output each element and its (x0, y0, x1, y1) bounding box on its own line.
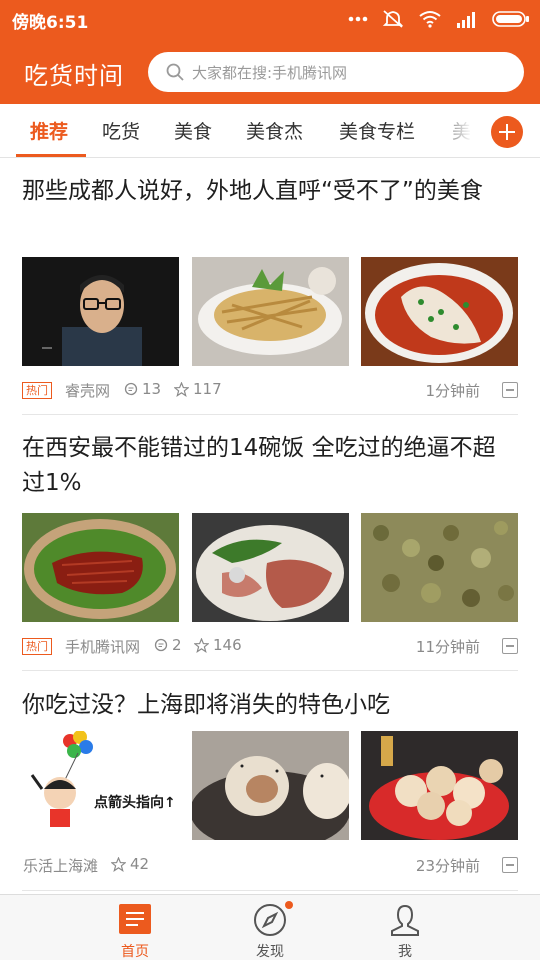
nav-home-label: 首页 (121, 944, 149, 960)
search-placeholder: 大家都在搜:手机腾讯网 (192, 63, 348, 82)
tab-fade (430, 104, 500, 157)
article-time: 1分钟前 (425, 382, 480, 400)
signal-icon (457, 12, 475, 28)
search-bar[interactable]: 大家都在搜:手机腾讯网 (148, 52, 524, 92)
pickled-greens-photo[interactable] (361, 513, 518, 622)
tab-food-column[interactable]: 美食专栏 (339, 104, 415, 157)
article-images (22, 257, 518, 366)
man-with-glasses-photo[interactable] (22, 257, 179, 366)
active-tab-indicator (16, 154, 86, 157)
image-caption: 点箭头指向↑ (94, 794, 176, 811)
bottom-nav: 首页 发现 我 (0, 894, 540, 960)
favorite-count-value: 117 (193, 380, 222, 398)
favorite-count-value: 146 (213, 636, 242, 654)
article-source: 睿壳网 (65, 382, 111, 400)
compass-icon (254, 904, 286, 936)
article-source: 手机腾讯网 (65, 638, 141, 656)
comment-count-value: 13 (142, 380, 162, 398)
article-meta: 乐活上海滩 42 23分钟前 (22, 855, 518, 877)
chili-fish-photo[interactable] (361, 257, 518, 366)
article-divider (22, 414, 518, 415)
favorite-count: 146 (194, 636, 242, 654)
status-icons (348, 8, 530, 30)
comment-count: 13 (124, 380, 161, 398)
roast-meat-rice-photo[interactable] (192, 513, 349, 622)
nav-discover[interactable]: 发现 (215, 895, 325, 960)
home-list-icon (119, 904, 151, 934)
comment-icon (124, 382, 138, 396)
app-title: 吃货时间 (24, 62, 124, 90)
hot-badge: 热门 (22, 382, 52, 399)
nav-discover-label: 发现 (256, 944, 284, 960)
article-images: 点箭头指向↑ (22, 731, 518, 840)
tab-food-jie[interactable]: 美食杰 (246, 104, 303, 157)
notification-dot (285, 901, 293, 909)
article-title[interactable]: 你吃过没？上海即将消失的特色小吃 (22, 688, 518, 723)
person-icon (391, 904, 419, 936)
tab-food[interactable]: 美食 (174, 104, 212, 157)
article-title[interactable]: 在西安最不能错过的14碗饭 全吃过的绝逼不超过1% (22, 431, 518, 501)
article-images (22, 513, 518, 622)
favorite-count: 117 (174, 380, 222, 398)
dots-icon (348, 16, 368, 22)
article-3[interactable]: 你吃过没？上海即将消失的特色小吃 点箭头指向↑ 乐活上海滩 42 23分钟前 (22, 688, 518, 875)
tab-foodie[interactable]: 吃货 (102, 104, 140, 157)
nav-me-label: 我 (398, 944, 412, 960)
dismiss-icon[interactable] (502, 382, 518, 398)
shredded-dish-photo[interactable] (192, 257, 349, 366)
nav-home[interactable]: 首页 (80, 895, 190, 960)
comment-icon (154, 638, 168, 652)
fried-snacks-photo[interactable] (361, 731, 518, 840)
dumplings-photo[interactable] (192, 731, 349, 840)
star-icon (111, 856, 126, 872)
article-time: 23分钟前 (415, 857, 480, 875)
article-1[interactable]: 那些成都人说好，外地人直呼“受不了”的美食 热门 睿壳网 13 117 1分钟前 (22, 174, 518, 400)
favorite-count: 42 (111, 855, 149, 873)
wifi-icon (419, 11, 441, 28)
tab-recommended[interactable]: 推荐 (30, 104, 68, 157)
app-header: 吃货时间 大家都在搜:手机腾讯网 (0, 38, 540, 104)
search-icon (166, 63, 184, 81)
article-title[interactable]: 那些成都人说好，外地人直呼“受不了”的美食 (22, 174, 518, 209)
status-bar: 傍晚6:51 (0, 0, 540, 38)
hot-badge: 热门 (22, 638, 52, 655)
star-icon (174, 381, 189, 397)
braised-pork-photo[interactable] (22, 513, 179, 622)
article-meta: 热门 手机腾讯网 2 146 11分钟前 (22, 636, 518, 658)
star-icon (194, 637, 209, 653)
article-source: 乐活上海滩 (23, 857, 99, 875)
category-tabs: 推荐 吃货 美食 美食杰 美食专栏 美食 (0, 104, 540, 158)
comment-count: 2 (154, 636, 182, 654)
dismiss-icon[interactable] (502, 857, 518, 873)
plus-circle-icon[interactable] (491, 116, 523, 148)
favorite-count-value: 42 (130, 855, 150, 873)
status-time: 傍晚6:51 (12, 13, 89, 33)
nav-me[interactable]: 我 (350, 895, 460, 960)
article-time: 11分钟前 (415, 638, 480, 656)
comment-count-value: 2 (172, 636, 182, 654)
dismiss-icon[interactable] (502, 638, 518, 654)
article-2[interactable]: 在西安最不能错过的14碗饭 全吃过的绝逼不超过1% 热门 手机腾讯网 2 146… (22, 431, 518, 656)
cartoon-sign-image[interactable]: 点箭头指向↑ (22, 731, 179, 840)
article-divider (22, 890, 518, 891)
article-meta: 热门 睿壳网 13 117 1分钟前 (22, 380, 518, 402)
mute-icon (382, 10, 404, 28)
battery-icon (492, 11, 529, 27)
article-divider (22, 670, 518, 671)
